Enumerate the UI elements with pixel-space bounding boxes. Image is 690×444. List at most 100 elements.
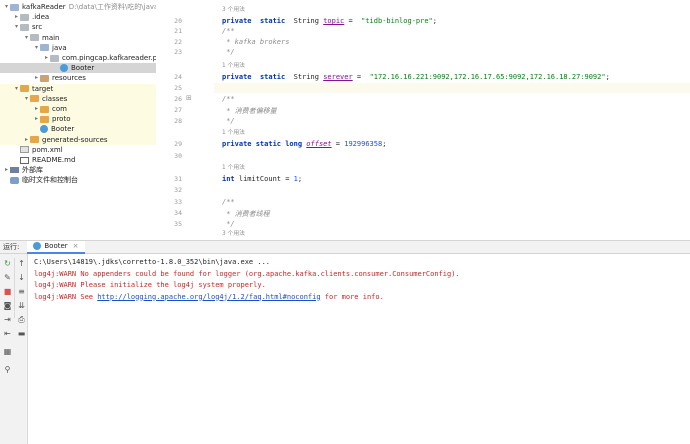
tree-item-label: Booter (51, 125, 75, 134)
code-token: */ (222, 117, 235, 125)
folder-icon (40, 115, 49, 123)
tree-item-label: pom.xml (32, 145, 63, 154)
code-token: "tidb-binlog-pre" (361, 17, 433, 25)
rerun-icon[interactable]: ↻ (2, 258, 13, 269)
code-token: */ (222, 220, 235, 228)
chevron-down-icon[interactable]: ▾ (13, 22, 20, 32)
tree-item[interactable]: ▾ main (0, 33, 156, 43)
arrow-up-icon[interactable]: ↑ (16, 258, 27, 269)
code-line[interactable]: int limitCount = 1; (222, 175, 302, 183)
line-number: 29 (174, 140, 182, 148)
folder-icon (30, 136, 39, 144)
code-line[interactable]: private static String topic = "tidb-binl… (222, 17, 437, 25)
arrow-down-icon[interactable]: ↓ (16, 272, 27, 283)
tree-item[interactable]: ▸ generated-sources (0, 134, 156, 145)
usage-hint[interactable]: 3 个用法 (222, 228, 245, 237)
tree-item[interactable]: pom.xml (0, 145, 156, 155)
tree-item[interactable]: ▾ java (0, 43, 156, 53)
chevron-right-icon[interactable]: ▸ (33, 114, 40, 124)
chevron-down-icon[interactable]: ▾ (33, 43, 40, 53)
code-line[interactable]: * 消费者线程 (222, 209, 270, 219)
code-line[interactable]: */ (222, 117, 235, 125)
pin-icon[interactable]: ⚲ (2, 364, 13, 375)
line-number: 24 (174, 73, 182, 81)
exit-icon[interactable]: ⇥ (2, 314, 13, 325)
chevron-down-icon[interactable]: ▾ (23, 33, 30, 43)
tree-item[interactable]: ▾ src (0, 22, 156, 32)
usage-hint[interactable]: 1 个用法 (222, 162, 245, 171)
tree-item[interactable]: ▸ com.pingcap.kafkareader.proto (0, 53, 156, 63)
console-line: log4j:WARN No appenders could be found f… (34, 269, 460, 278)
code-line[interactable]: private static long offset = 192996358; (222, 140, 386, 148)
code-token: ; (382, 140, 387, 148)
code-token: String (285, 73, 324, 81)
faq-link[interactable]: http://logging.apache.org/log4j/1.2/faq.… (97, 293, 320, 301)
pom-icon (20, 146, 29, 154)
code-token: * kafka brokers (222, 38, 290, 46)
md-icon (20, 156, 29, 164)
tab-booter[interactable]: Booter × (27, 240, 85, 254)
tree-item[interactable]: ▸ .idea (0, 12, 156, 22)
usage-hint[interactable]: 1 个用法 (222, 127, 245, 136)
tree-item[interactable]: ▾ kafkaReaderD:\data\工作资料\吃的\java\kafkaRe (0, 2, 156, 12)
tree-item[interactable]: ▸ proto (0, 114, 156, 125)
layout-icon[interactable]: ▦ (2, 346, 13, 357)
current-line-highlight (214, 83, 690, 93)
folder-icon (20, 13, 29, 21)
line-number: 32 (174, 186, 182, 194)
chevron-down-icon[interactable]: ▾ (23, 94, 30, 104)
folder-icon (30, 95, 39, 103)
project-tree[interactable]: ▾ kafkaReaderD:\data\工作资料\吃的\java\kafkaRe… (0, 0, 156, 240)
stop-icon[interactable]: ■ (2, 286, 13, 297)
tree-item[interactable]: Booter (0, 63, 156, 74)
editor-gutter: 20 21 22 23 24 25 26 ⊞ 27 28 29 30 31 32 33 34 35 (156, 0, 214, 240)
tree-item-label: target (32, 84, 54, 93)
chevron-right-icon[interactable]: ▸ (13, 12, 20, 22)
usage-hint[interactable]: 3 个用法 (222, 4, 245, 13)
run-toolbar: ↻ ✎ ■ ◙ ⇥ ⇤ ▦ ⚲ ↑ ↓ ≡ ⇊ ⎙ ▬ (0, 254, 28, 444)
code-line[interactable]: private static String serever = "172.16.… (222, 73, 610, 81)
tree-item[interactable]: ▾ target (0, 83, 156, 94)
tree-item[interactable]: 临时文件和控制台 (0, 175, 156, 185)
chevron-right-icon[interactable]: ▸ (33, 104, 40, 114)
code-line[interactable]: */ (222, 220, 235, 228)
chevron-right-icon[interactable]: ▸ (23, 135, 30, 145)
code-line[interactable]: */ (222, 48, 234, 56)
folder-icon (20, 85, 29, 93)
scroll-to-end-icon[interactable]: ⇊ (16, 300, 27, 311)
code-line[interactable]: * kafka brokers (222, 38, 289, 46)
code-line[interactable]: * 消费者偏移量 (222, 106, 276, 116)
tree-item[interactable]: ▸ resources (0, 73, 156, 83)
tree-item[interactable]: ▸ 外部库 (0, 165, 156, 175)
close-icon[interactable]: × (73, 242, 79, 250)
code-line[interactable]: /** (222, 198, 235, 206)
code-token: * 消费者线程 (222, 210, 270, 218)
chevron-right-icon[interactable]: ▸ (43, 53, 50, 63)
tree-item[interactable]: README.md (0, 155, 156, 165)
tree-item-path: D:\data\工作资料\吃的\java\kafkaRe (68, 3, 156, 12)
code-token: int (222, 175, 239, 183)
chevron-right-icon[interactable]: ▸ (33, 73, 40, 83)
soft-wrap-icon[interactable]: ≡ (16, 286, 27, 297)
console-output[interactable]: C:\Users\14819\.jdks\corretto-1.8.0_352\… (28, 254, 690, 444)
trash-icon[interactable]: ▬ (16, 328, 27, 339)
tree-item[interactable]: ▾ classes (0, 93, 156, 104)
usage-hint[interactable]: 1 个用法 (222, 60, 245, 69)
chevron-down-icon[interactable]: ▾ (3, 2, 10, 12)
code-editor[interactable]: 3 个用法 1 个用法 1 个用法 1 个用法 3 个用法 private static … (214, 0, 690, 240)
print-icon[interactable]: ⎙ (16, 314, 27, 325)
javadoc-toggle-icon[interactable]: ⊞ (186, 94, 192, 102)
chevron-down-icon[interactable]: ▾ (13, 84, 20, 94)
tree-item[interactable]: Booter (0, 124, 156, 135)
code-token: serever (323, 73, 353, 81)
code-line[interactable]: /** (222, 27, 235, 35)
line-number: 23 (174, 48, 182, 56)
login-icon[interactable]: ⇤ (2, 328, 13, 339)
camera-icon[interactable]: ◙ (2, 300, 13, 311)
code-line[interactable]: /** (222, 95, 235, 103)
wrench-icon[interactable]: ✎ (2, 272, 13, 283)
console-line: C:\Users\14819\.jdks\corretto-1.8.0_352\… (34, 258, 271, 266)
tree-item[interactable]: ▸ com (0, 104, 156, 115)
chevron-right-icon[interactable]: ▸ (3, 165, 10, 175)
